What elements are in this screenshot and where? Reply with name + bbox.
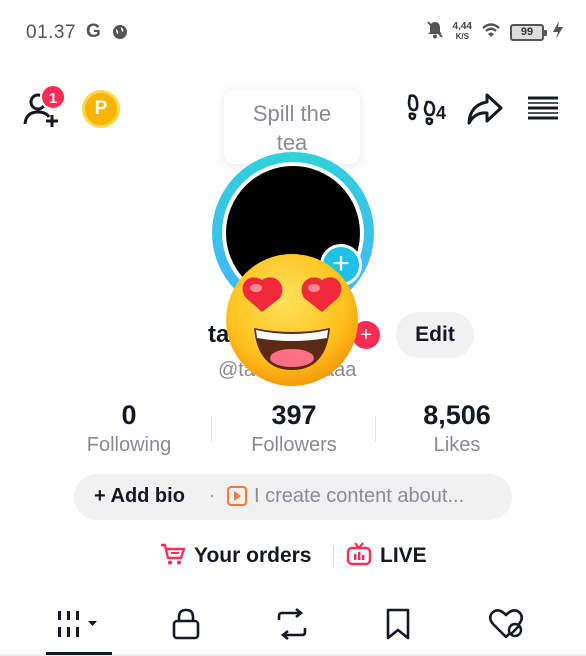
stat-following[interactable]: 0 Following bbox=[49, 400, 209, 457]
network-speed: 4,44 K/S bbox=[453, 22, 472, 42]
net-speed-unit: K/S bbox=[455, 32, 469, 41]
bio-hint-link[interactable]: I create content about... bbox=[254, 485, 464, 508]
repost-icon bbox=[275, 607, 309, 645]
live-label: LIVE bbox=[380, 544, 427, 567]
active-tab-indicator bbox=[46, 652, 112, 655]
bio-separator: · bbox=[209, 485, 215, 505]
play-icon bbox=[227, 486, 247, 506]
status-bar: 01.37 G 4,44 K/S 99 bbox=[0, 0, 586, 64]
your-orders-label: Your orders bbox=[194, 544, 312, 567]
status-icons: 4,44 K/S 99 bbox=[425, 20, 564, 44]
bookmark-icon bbox=[384, 608, 412, 645]
stat-divider bbox=[211, 416, 212, 442]
tab-favorites[interactable] bbox=[368, 606, 428, 646]
lock-icon bbox=[171, 608, 201, 645]
stat-value: 0 bbox=[121, 400, 137, 430]
grid-icon bbox=[55, 609, 105, 644]
tab-videos[interactable] bbox=[50, 606, 110, 646]
your-orders-link[interactable]: Your orders bbox=[160, 541, 311, 571]
status-time: 01.37 bbox=[26, 22, 77, 43]
coin-icon[interactable]: P bbox=[82, 90, 120, 128]
stat-divider bbox=[375, 416, 376, 442]
stat-followers[interactable]: 397 Followers bbox=[214, 400, 374, 457]
menu-icon[interactable] bbox=[526, 94, 560, 127]
stat-value: 397 bbox=[271, 400, 317, 430]
stat-label: Likes bbox=[433, 434, 481, 456]
mute-bell-icon bbox=[425, 20, 445, 45]
tab-liked[interactable] bbox=[476, 606, 536, 646]
net-speed-value: 4,44 bbox=[452, 21, 472, 32]
link-separator bbox=[333, 546, 334, 568]
battery-indicator: 99 bbox=[510, 23, 547, 41]
stat-likes[interactable]: 8,506 Likes bbox=[377, 400, 537, 457]
stat-value: 8,506 bbox=[423, 400, 491, 430]
charging-icon bbox=[552, 20, 564, 45]
cart-icon bbox=[160, 542, 186, 571]
live-tv-icon bbox=[346, 541, 372, 571]
tooltip-line1: Spill the bbox=[252, 101, 332, 126]
google-icon: G bbox=[86, 21, 101, 42]
profile-views-count: 4 bbox=[436, 103, 447, 123]
share-button[interactable] bbox=[466, 90, 504, 133]
add-bio-button[interactable]: + Add bio bbox=[94, 485, 185, 508]
edit-profile-button[interactable]: Edit bbox=[396, 312, 474, 358]
heart-eyes-emoji-sticker bbox=[222, 250, 362, 390]
tab-reposts[interactable] bbox=[262, 606, 322, 646]
stat-label: Following bbox=[86, 434, 172, 456]
liked-heart-icon bbox=[488, 608, 524, 645]
tab-private[interactable] bbox=[156, 606, 216, 646]
profile-tabs bbox=[0, 596, 586, 656]
wifi-icon bbox=[480, 21, 502, 44]
stat-label: Followers bbox=[251, 434, 337, 456]
notification-badge: 1 bbox=[40, 84, 66, 110]
globe-icon bbox=[112, 24, 128, 45]
live-link[interactable]: LIVE bbox=[346, 541, 427, 571]
